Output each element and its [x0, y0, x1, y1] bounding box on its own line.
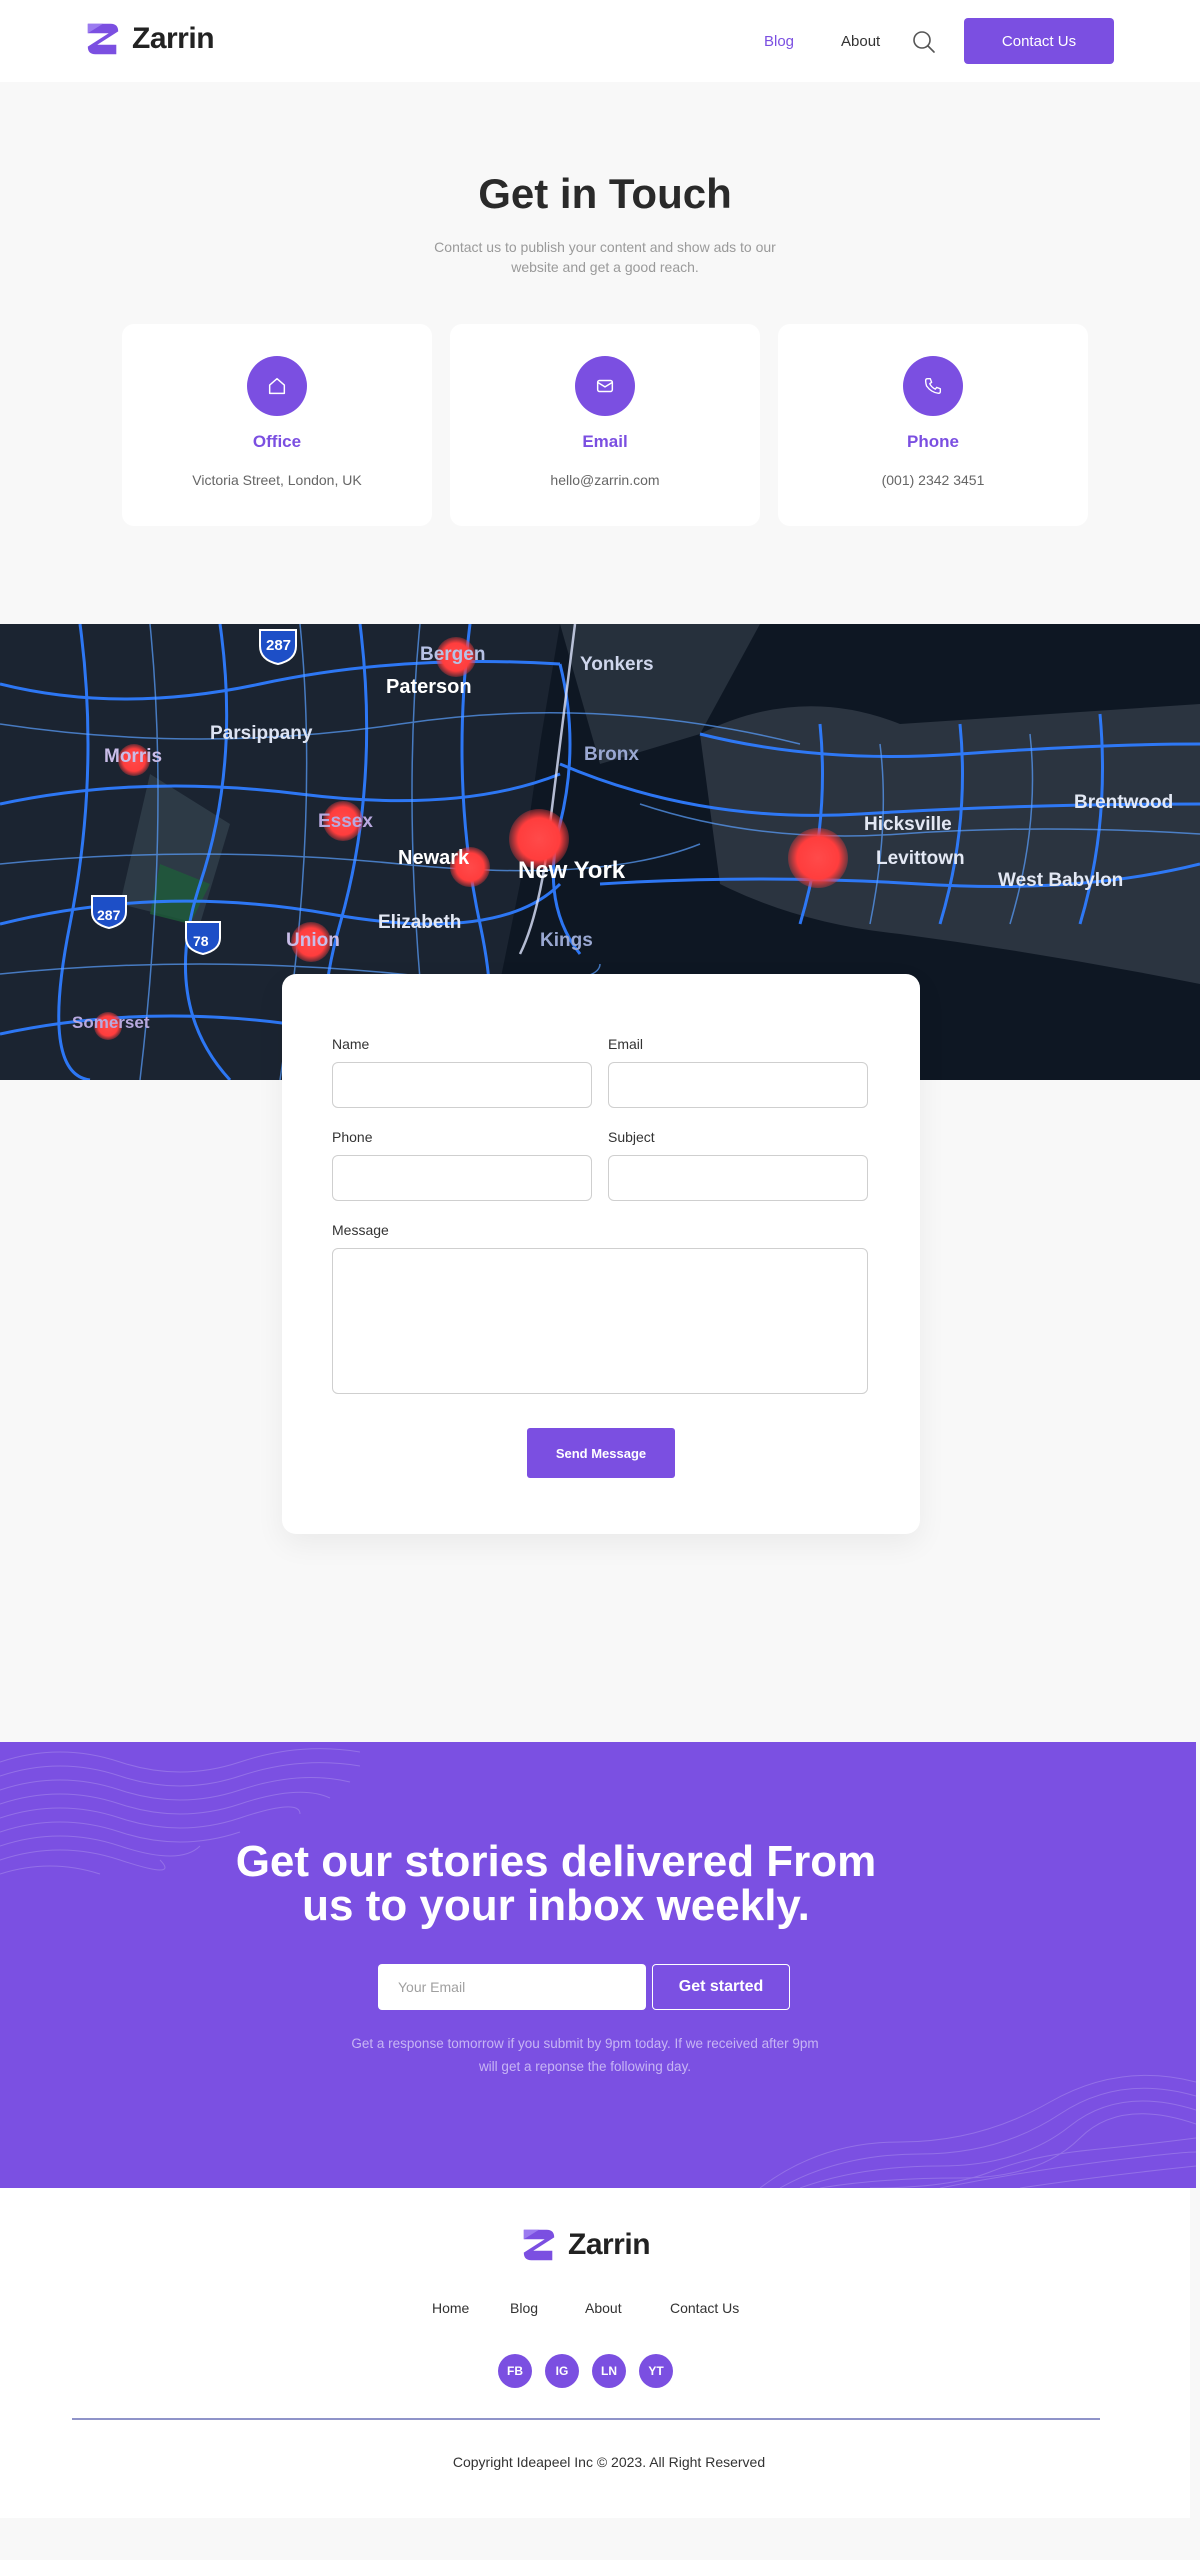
instagram-icon[interactable]: IG: [545, 2354, 579, 2388]
phone-icon: [903, 356, 963, 416]
email-label: Email: [608, 1036, 644, 1052]
card-value: Victoria Street, London, UK: [192, 472, 362, 488]
facebook-icon[interactable]: FB: [498, 2354, 532, 2388]
logo-icon: [87, 23, 119, 55]
map-label: 287: [266, 637, 291, 654]
nav-blog-link[interactable]: Blog: [764, 0, 794, 82]
phone-input[interactable]: [332, 1155, 592, 1201]
subject-label: Subject: [608, 1129, 655, 1145]
footer-nav-contact[interactable]: Contact Us: [670, 2300, 739, 2316]
site-header: Zarrin Blog About Contact Us: [0, 0, 1200, 82]
map-label: 287: [97, 907, 121, 923]
name-input[interactable]: [332, 1062, 592, 1108]
newsletter-email-input[interactable]: Your Email: [378, 1964, 646, 2010]
newsletter-title-line: us to your inbox weekly.: [302, 1881, 810, 1930]
newsletter-section: Get our stories delivered From us to you…: [0, 1742, 1196, 2188]
map-label: Yonkers: [580, 654, 654, 675]
page-title: Get in Touch: [478, 170, 732, 217]
logo[interactable]: Zarrin: [84, 20, 215, 58]
mail-icon: [575, 356, 635, 416]
card-title: Phone: [907, 432, 959, 451]
card-title: Office: [252, 432, 302, 451]
contact-form: Name Email Phone Subject Message Send Me…: [282, 974, 920, 1534]
subject-input[interactable]: [608, 1155, 868, 1201]
map-label: Somerset: [72, 1013, 150, 1032]
footer-nav-blog[interactable]: Blog: [510, 2300, 538, 2316]
copyright: Copyright Ideapeel Inc © 2023. All Right…: [452, 2454, 766, 2470]
name-label: Name: [332, 1036, 370, 1052]
logo-icon: [523, 2229, 555, 2261]
map-label: Union: [286, 930, 340, 951]
youtube-icon[interactable]: YT: [639, 2354, 673, 2388]
page-subtitle: Contact us to publish your content and s…: [434, 239, 776, 275]
map-label: Bergen: [420, 644, 485, 665]
map-label: Brentwood: [1074, 792, 1173, 813]
map-label: Elizabeth: [378, 912, 461, 933]
get-started-button[interactable]: Get started: [652, 1964, 790, 2010]
newsletter-note: Get a response tomorrow if you submit by…: [351, 2036, 819, 2074]
office-card: Office Victoria Street, London, UK: [122, 324, 432, 526]
map-label: Hicksville: [864, 814, 952, 835]
phone-label: Phone: [332, 1129, 373, 1145]
linkedin-icon[interactable]: LN: [592, 2354, 626, 2388]
footer-divider: [72, 2418, 1100, 2420]
footer-nav-about[interactable]: About: [585, 2300, 622, 2316]
map-label: Bronx: [584, 744, 639, 765]
map-label: New York: [518, 857, 626, 884]
email-card: Email hello@zarrin.com: [450, 324, 760, 526]
newsletter-title: Get our stories delivered From us to you…: [0, 1840, 1112, 1928]
logo-text: Zarrin: [132, 22, 215, 55]
message-label: Message: [332, 1222, 389, 1238]
map-label: Essex: [318, 811, 373, 832]
search-icon[interactable]: [912, 30, 936, 54]
home-icon: [247, 356, 307, 416]
phone-card: Phone (001) 2342 3451: [778, 324, 1088, 526]
logo-text: Zarrin: [568, 2228, 651, 2261]
nav-about-link[interactable]: About: [841, 0, 880, 82]
map-label: 78: [193, 933, 209, 949]
map-label: Parsippany: [210, 723, 313, 744]
card-value: hello@zarrin.com: [550, 472, 660, 488]
map-label: Kings: [540, 930, 593, 951]
map-label: Paterson: [386, 676, 472, 698]
map-label: Morris: [104, 746, 162, 767]
message-textarea[interactable]: [332, 1248, 868, 1394]
map-label: Levittown: [876, 848, 965, 869]
email-input[interactable]: [608, 1062, 868, 1108]
map-label: Newark: [398, 847, 470, 869]
card-title: Email: [582, 432, 628, 451]
send-message-button[interactable]: Send Message: [527, 1428, 675, 1478]
footer-logo[interactable]: Zarrin: [520, 2226, 651, 2264]
contact-us-button[interactable]: Contact Us: [964, 18, 1114, 64]
newsletter-title-line: Get our stories delivered From: [235, 1837, 877, 1886]
map-label: West Babylon: [998, 870, 1123, 891]
footer-nav-home[interactable]: Home: [432, 2300, 469, 2316]
card-value: (001) 2342 3451: [881, 472, 985, 488]
site-footer: Zarrin Home Blog About Contact Us FB IG …: [0, 2188, 1190, 2518]
